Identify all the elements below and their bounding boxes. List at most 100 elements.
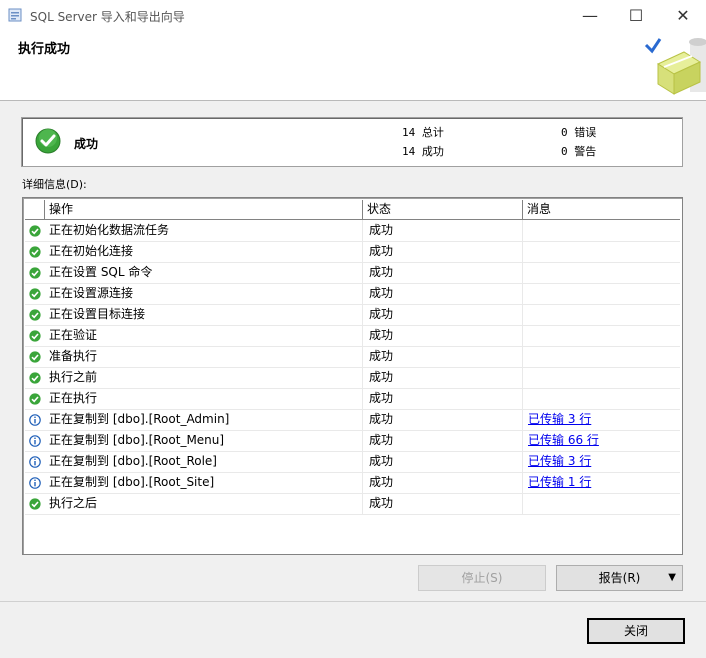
- operation-cell: 正在设置 SQL 命令: [25, 262, 363, 283]
- close-window-button[interactable]: ✕: [660, 0, 706, 31]
- stop-button[interactable]: 停止(S): [418, 565, 546, 591]
- message-link[interactable]: 已传输 3 行: [528, 454, 591, 468]
- success-icon: [29, 246, 41, 258]
- wizard-graphic-icon: [644, 38, 706, 95]
- maximize-icon: ☐: [628, 6, 644, 25]
- message-cell: [523, 367, 680, 388]
- operation-text: 正在验证: [49, 328, 98, 342]
- operation-cell: 正在复制到 [dbo].[Root_Site]: [25, 472, 363, 493]
- operation-cell: 正在复制到 [dbo].[Root_Menu]: [25, 430, 363, 451]
- minimize-icon: —: [582, 6, 598, 25]
- operation-cell: 正在设置源连接: [25, 283, 363, 304]
- info-icon: [29, 435, 41, 447]
- operation-cell: 正在初始化连接: [25, 241, 363, 262]
- success-icon: [29, 330, 41, 342]
- operation-text: 正在设置目标连接: [49, 307, 146, 321]
- operation-text: 正在执行: [49, 391, 98, 405]
- operation-text: 执行之后: [49, 496, 98, 510]
- status-cell: 成功: [363, 241, 523, 262]
- message-link[interactable]: 已传输 3 行: [528, 412, 591, 426]
- operation-cell: 准备执行: [25, 346, 363, 367]
- message-cell: [523, 241, 680, 262]
- operation-cell: 正在复制到 [dbo].[Root_Role]: [25, 451, 363, 472]
- table-row[interactable]: 准备执行 成功: [25, 346, 680, 368]
- app-icon: [8, 8, 22, 22]
- message-link[interactable]: 已传输 1 行: [528, 475, 591, 489]
- status-cell: 成功: [363, 283, 523, 304]
- operation-text: 正在复制到 [dbo].[Root_Admin]: [49, 412, 230, 426]
- operation-cell: 正在执行: [25, 388, 363, 409]
- chevron-down-icon: ▼: [668, 572, 676, 583]
- table-row[interactable]: 正在执行 成功: [25, 388, 680, 410]
- message-cell: [523, 304, 680, 325]
- table-row[interactable]: 执行之前 成功: [25, 367, 680, 389]
- operation-text: 正在初始化数据流任务: [49, 223, 170, 237]
- operation-text: 正在设置源连接: [49, 286, 134, 300]
- report-button[interactable]: 报告(R) ▼: [556, 565, 683, 591]
- details-label: 详细信息(D):: [22, 178, 87, 191]
- message-cell: 已传输 66 行: [523, 430, 680, 451]
- summary-warnings: 0 警告: [561, 145, 597, 158]
- table-row[interactable]: 正在复制到 [dbo].[Root_Admin] 成功 已传输 3 行: [25, 409, 680, 431]
- table-row[interactable]: 正在初始化连接 成功: [25, 241, 680, 263]
- status-cell: 成功: [363, 430, 523, 451]
- table-row[interactable]: 正在复制到 [dbo].[Root_Role] 成功 已传输 3 行: [25, 451, 680, 473]
- table-row[interactable]: 正在复制到 [dbo].[Root_Site] 成功 已传输 1 行: [25, 472, 680, 494]
- table-row[interactable]: 正在设置目标连接 成功: [25, 304, 680, 326]
- table-row[interactable]: 正在初始化数据流任务 成功: [25, 220, 680, 242]
- title-bar: SQL Server 导入和导出向导 — ☐ ✕: [0, 0, 706, 31]
- success-icon: [29, 372, 41, 384]
- operation-cell: 执行之后: [25, 493, 363, 514]
- status-cell: 成功: [363, 367, 523, 388]
- message-link[interactable]: 已传输 66 行: [528, 433, 599, 447]
- close-button[interactable]: 关闭: [587, 618, 685, 644]
- status-cell: 成功: [363, 472, 523, 493]
- table-row[interactable]: 执行之后 成功: [25, 493, 680, 515]
- table-row[interactable]: 正在设置 SQL 命令 成功: [25, 262, 680, 284]
- operation-cell: 正在复制到 [dbo].[Root_Admin]: [25, 409, 363, 430]
- maximize-button[interactable]: ☐: [613, 0, 659, 31]
- operation-text: 正在复制到 [dbo].[Root_Role]: [49, 454, 217, 468]
- operation-text: 准备执行: [49, 349, 98, 363]
- grid-header: 操作 状态 消息: [25, 200, 680, 220]
- status-cell: 成功: [363, 325, 523, 346]
- header-icon-column: [25, 200, 45, 219]
- stop-button-label: 停止(S): [461, 571, 503, 585]
- status-cell: 成功: [363, 409, 523, 430]
- operation-cell: 正在初始化数据流任务: [25, 220, 363, 241]
- status-cell: 成功: [363, 451, 523, 472]
- operation-text: 执行之前: [49, 370, 98, 384]
- table-row[interactable]: 正在验证 成功: [25, 325, 680, 347]
- success-large-icon: [35, 128, 61, 154]
- status-cell: 成功: [363, 304, 523, 325]
- table-row[interactable]: 正在设置源连接 成功: [25, 283, 680, 305]
- column-header-message[interactable]: 消息: [523, 200, 680, 219]
- main-panel: 成功 14 总计 14 成功 0 错误 0 警告 详细信息(D): 操作 状态 …: [0, 101, 706, 658]
- status-cell: 成功: [363, 262, 523, 283]
- wizard-header: 执行成功: [0, 31, 706, 101]
- table-row[interactable]: 正在复制到 [dbo].[Root_Menu] 成功 已传输 66 行: [25, 430, 680, 452]
- summary-errors: 0 错误: [561, 126, 597, 139]
- success-icon: [29, 309, 41, 321]
- operation-text: 正在复制到 [dbo].[Root_Menu]: [49, 433, 225, 447]
- summary-panel: 成功 14 总计 14 成功 0 错误 0 警告: [21, 117, 683, 167]
- details-grid[interactable]: 操作 状态 消息 正在初始化数据流任务 成功 正在初始化连接 成功 正在设置 SQL 命…: [22, 197, 683, 555]
- status-cell: 成功: [363, 346, 523, 367]
- column-header-status[interactable]: 状态: [363, 200, 523, 219]
- message-cell: [523, 346, 680, 367]
- status-cell: 成功: [363, 388, 523, 409]
- success-icon: [29, 288, 41, 300]
- window-title: SQL Server 导入和导出向导: [30, 10, 185, 24]
- operation-cell: 执行之前: [25, 367, 363, 388]
- column-header-operation[interactable]: 操作: [45, 200, 363, 219]
- message-cell: 已传输 3 行: [523, 409, 680, 430]
- minimize-button[interactable]: —: [567, 0, 613, 31]
- message-cell: [523, 220, 680, 241]
- operation-text: 正在初始化连接: [49, 244, 134, 258]
- operation-cell: 正在设置目标连接: [25, 304, 363, 325]
- message-cell: [523, 283, 680, 304]
- page-title: 执行成功: [18, 42, 71, 57]
- report-button-label: 报告(R): [598, 571, 641, 585]
- success-icon: [29, 393, 41, 405]
- operation-cell: 正在验证: [25, 325, 363, 346]
